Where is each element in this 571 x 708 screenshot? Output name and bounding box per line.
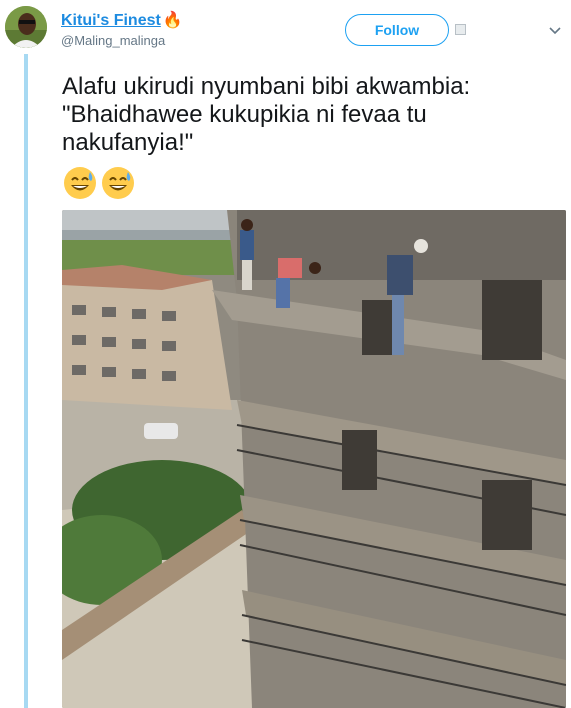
chevron-down-icon[interactable] [548, 23, 562, 41]
tweet-text: Alafu ukirudi nyumbani bibi akwambia: "B… [62, 73, 562, 157]
author-name[interactable]: Kitui's Finest 🔥 [61, 10, 183, 30]
avatar[interactable] [5, 6, 47, 48]
follow-button[interactable]: Follow [345, 14, 449, 46]
tweet-photo[interactable] [62, 210, 566, 708]
tweet-text-line: nakufanyia!" [62, 129, 194, 156]
fire-emoji: 🔥 [162, 12, 183, 29]
tweet-text-line: Alafu ukirudi nyumbani bibi akwambia: [62, 73, 471, 100]
grinning-face-with-sweat-icon [102, 167, 134, 199]
author-handle[interactable]: @Maling_malinga [61, 33, 165, 48]
media-icon [455, 24, 466, 35]
tweet-text-line: "Bhaidhawee kukupikia ni fevaa tu [62, 101, 427, 128]
grinning-face-with-sweat-icon [64, 167, 96, 199]
author-name-text[interactable]: Kitui's Finest [61, 12, 161, 29]
emoji-row [63, 166, 135, 200]
thread-line [24, 54, 28, 708]
